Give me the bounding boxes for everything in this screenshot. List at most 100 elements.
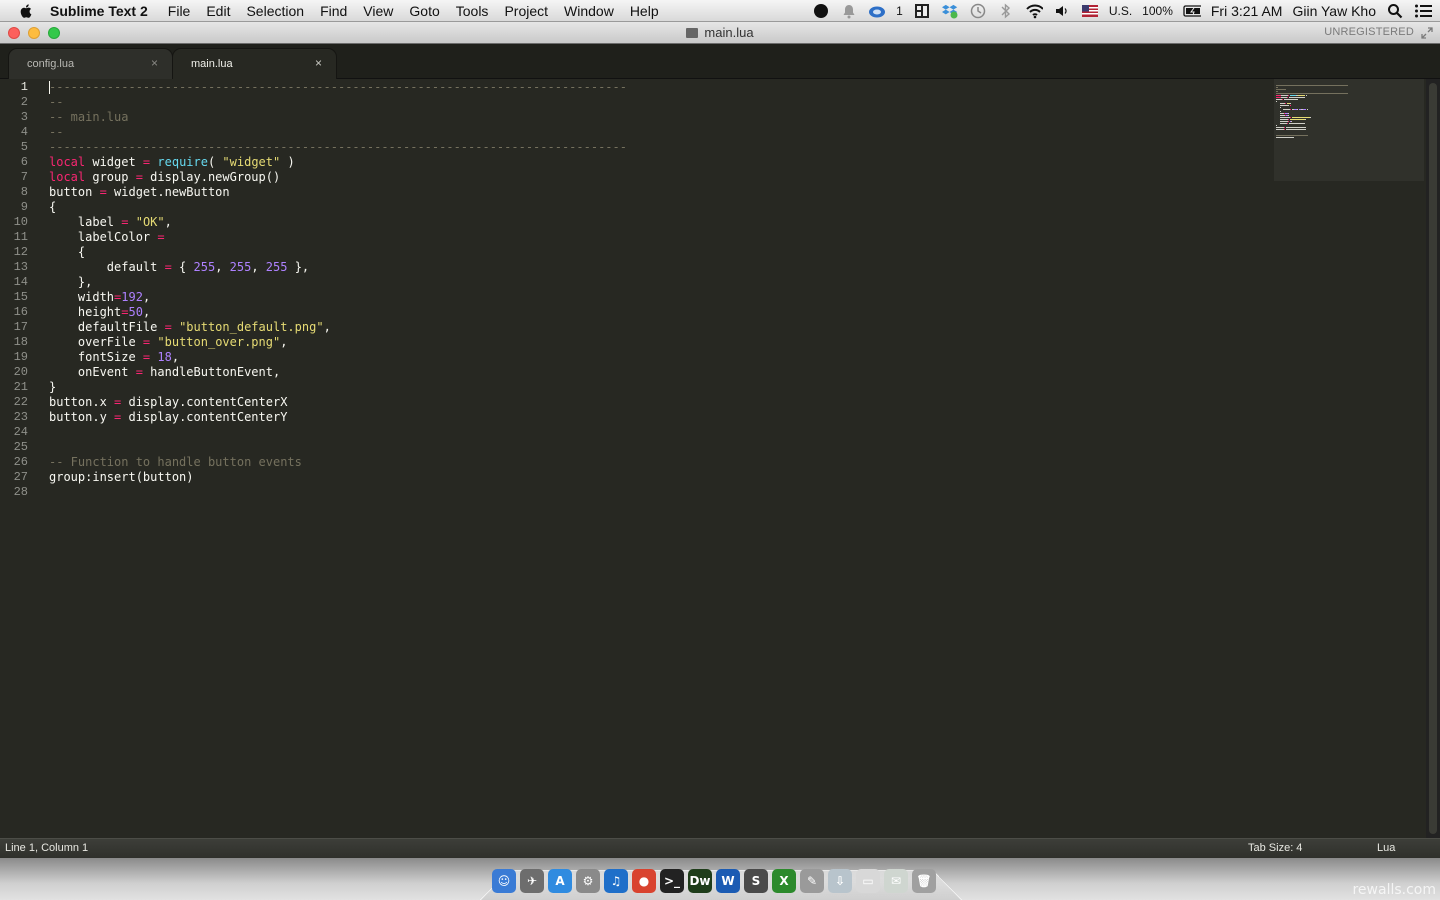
code-line[interactable]: labelColor = — [49, 230, 165, 245]
user-name[interactable]: Giin Yaw Kho — [1292, 3, 1376, 19]
wifi-icon[interactable] — [1025, 3, 1043, 19]
line-number[interactable]: 24 — [14, 425, 28, 440]
menu-selection[interactable]: Selection — [246, 3, 304, 19]
code-line[interactable]: defaultFile = "button_default.png", — [49, 320, 331, 335]
spotlight-search-icon[interactable] — [1386, 3, 1404, 19]
line-number[interactable]: 28 — [14, 485, 28, 500]
code-line[interactable]: fontSize = 18, — [49, 350, 179, 365]
code-line[interactable]: local widget = require( "widget" ) — [49, 155, 295, 170]
time-machine-icon[interactable] — [969, 3, 987, 19]
code-line[interactable]: -- — [49, 95, 63, 110]
tab-close-icon[interactable]: × — [315, 56, 322, 70]
code-line[interactable]: label = "OK", — [49, 215, 172, 230]
notification-bell-icon[interactable] — [840, 3, 858, 19]
bluetooth-icon[interactable] — [997, 3, 1015, 19]
line-number[interactable]: 13 — [14, 260, 28, 275]
menu-tools[interactable]: Tools — [456, 3, 489, 19]
line-number[interactable]: 10 — [14, 215, 28, 230]
line-number[interactable]: 20 — [14, 365, 28, 380]
menu-find[interactable]: Find — [320, 3, 347, 19]
code-line[interactable]: button.x = display.contentCenterX — [49, 395, 287, 410]
line-number[interactable]: 4 — [21, 125, 28, 140]
preview-icon[interactable]: ✎ — [800, 869, 824, 893]
line-number[interactable]: 21 — [14, 380, 28, 395]
menu-window[interactable]: Window — [564, 3, 614, 19]
app-menu[interactable]: Sublime Text 2 — [50, 3, 148, 19]
code-line[interactable]: ----------------------------------------… — [49, 80, 627, 95]
menu-project[interactable]: Project — [504, 3, 548, 19]
code-line[interactable]: overFile = "button_over.png", — [49, 335, 288, 350]
line-number-gutter[interactable]: 1 2 3 4 5 6 7 8 9 10 11 12 13 14 15 16 17 18 19 20 21 22 23 24 2… — [0, 79, 32, 838]
launchpad-icon[interactable]: ✈ — [520, 869, 544, 893]
line-number[interactable]: 9 — [21, 200, 28, 215]
volume-icon[interactable] — [1053, 3, 1071, 19]
window-manager-icon[interactable] — [913, 3, 931, 19]
finder-icon[interactable]: ☺ — [492, 869, 516, 893]
battery-percent[interactable]: 100% — [1142, 4, 1173, 18]
chrome-icon[interactable]: ● — [632, 869, 656, 893]
code-text[interactable]: ----------------------------------------… — [49, 79, 1249, 838]
line-number[interactable]: 22 — [14, 395, 28, 410]
line-number[interactable]: 8 — [21, 185, 28, 200]
code-line[interactable]: default = { 255, 255, 255 }, — [49, 260, 309, 275]
line-number[interactable]: 15 — [14, 290, 28, 305]
line-number[interactable]: 26 — [14, 455, 28, 470]
line-number[interactable]: 12 — [14, 245, 28, 260]
word-icon[interactable]: W — [716, 869, 740, 893]
tab-main-lua[interactable]: main.lua × — [172, 48, 337, 80]
menu-edit[interactable]: Edit — [206, 3, 230, 19]
clock[interactable]: Fri 3:21 AM — [1211, 3, 1283, 19]
downloads-stack-icon[interactable]: ⇩ — [828, 869, 852, 893]
excel-icon[interactable]: X — [772, 869, 796, 893]
code-line[interactable]: }, — [49, 275, 92, 290]
sync-cloud-icon[interactable] — [868, 3, 886, 19]
status-dot-icon[interactable] — [812, 3, 830, 19]
apple-icon[interactable] — [16, 3, 36, 19]
line-number[interactable]: 17 — [14, 320, 28, 335]
dropbox-icon[interactable] — [941, 3, 959, 19]
documents-stack-icon[interactable]: ▭ — [856, 869, 880, 893]
line-number[interactable]: 7 — [21, 170, 28, 185]
code-line[interactable]: local group = display.newGroup() — [49, 170, 280, 185]
syntax-selector[interactable]: Lua — [1377, 842, 1395, 854]
code-line[interactable]: button.y = display.contentCenterY — [49, 410, 287, 425]
sublime-text-icon[interactable]: S — [744, 869, 768, 893]
code-line[interactable]: { — [49, 200, 56, 215]
line-number[interactable]: 16 — [14, 305, 28, 320]
line-number[interactable]: 25 — [14, 440, 28, 455]
code-line[interactable]: -- Function to handle button events — [49, 455, 302, 470]
line-number[interactable]: 2 — [21, 95, 28, 110]
editor-area[interactable]: 1 2 3 4 5 6 7 8 9 10 11 12 13 14 15 16 17 18 19 20 21 22 23 24 2… — [0, 79, 1440, 838]
code-line[interactable]: group:insert(button) — [49, 470, 194, 485]
line-number[interactable]: 14 — [14, 275, 28, 290]
code-line[interactable]: onEvent = handleButtonEvent, — [49, 365, 280, 380]
menu-file[interactable]: File — [168, 3, 191, 19]
code-line[interactable]: ----------------------------------------… — [49, 140, 627, 155]
vertical-scrollbar[interactable] — [1426, 79, 1440, 838]
line-number[interactable]: 27 — [14, 470, 28, 485]
code-line[interactable]: height=50, — [49, 305, 150, 320]
line-number[interactable]: 19 — [14, 350, 28, 365]
dreamweaver-icon[interactable]: Dw — [688, 869, 712, 893]
menu-view[interactable]: View — [363, 3, 393, 19]
mail-stack-icon[interactable]: ✉ — [884, 869, 908, 893]
window-title-bar[interactable]: main.lua UNREGISTERED — [0, 22, 1440, 44]
battery-icon[interactable] — [1183, 3, 1201, 19]
code-line[interactable]: button = widget.newButton — [49, 185, 230, 200]
code-line[interactable]: { — [49, 245, 85, 260]
line-number[interactable]: 11 — [14, 230, 28, 245]
line-number[interactable]: 5 — [21, 140, 28, 155]
code-line[interactable]: -- — [49, 125, 63, 140]
system-preferences-icon[interactable]: ⚙ — [576, 869, 600, 893]
terminal-icon[interactable]: >_ — [660, 869, 684, 893]
line-number[interactable]: 3 — [21, 110, 28, 125]
line-number[interactable]: 1 — [21, 80, 28, 95]
scrollbar-thumb[interactable] — [1429, 83, 1437, 834]
line-number[interactable]: 23 — [14, 410, 28, 425]
line-number[interactable]: 6 — [21, 155, 28, 170]
code-line[interactable]: } — [49, 380, 56, 395]
keyboard-layout[interactable]: U.S. — [1109, 4, 1132, 18]
menu-help[interactable]: Help — [630, 3, 659, 19]
minimap[interactable] — [1274, 79, 1424, 181]
fullscreen-icon[interactable] — [1420, 26, 1434, 40]
